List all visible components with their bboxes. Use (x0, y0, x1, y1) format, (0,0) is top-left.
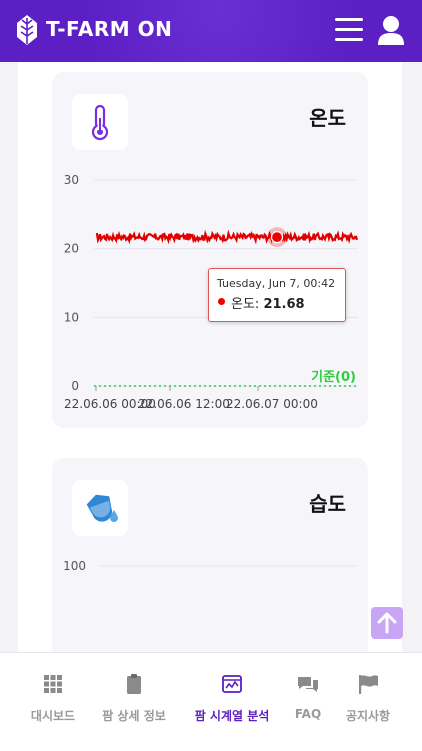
highlight-point (270, 231, 284, 244)
nav-label-dashboard: 대시보드 (30, 709, 76, 723)
humidity-card: 습도 10075 (52, 458, 368, 652)
nav-label-notice: 공지사항 (345, 709, 391, 723)
nav-item-notice[interactable]: 공지사항 (326, 673, 410, 724)
timeseries-chart-icon (222, 675, 242, 693)
main-content: 온도 30 20 10 0 22.06.06 00:00 22.06.06 12:00 22… (18, 62, 402, 652)
arrow-up-icon (377, 612, 397, 634)
y-tick-label: 20 (64, 242, 79, 256)
temperature-chart-svg[interactable]: 302010022.06.06 00:0022.06.06 12:0022.06… (52, 72, 368, 428)
y-tick-label: 10 (64, 310, 79, 324)
nav-item-dashboard[interactable]: 대시보드 (11, 673, 95, 724)
y-tick-label: 0 (71, 379, 79, 393)
humidity-chart-svg[interactable]: 10075 (52, 458, 368, 652)
x-tick-label: 22.06.06 12:00 (138, 397, 230, 411)
x-tick-label: 22.06.07 00:00 (226, 397, 318, 411)
hamburger-menu-icon[interactable] (335, 18, 363, 42)
nav-label-farm-detail: 팜 상세 정보 (102, 709, 166, 723)
temperature-card: 온도 30 20 10 0 22.06.06 00:00 22.06.06 12:00 22… (52, 72, 368, 428)
y-tick-label: 30 (64, 173, 79, 187)
tooltip-series-label: 온도: (231, 297, 260, 312)
clipboard-icon (127, 674, 141, 694)
leaf-logo-icon (17, 15, 37, 45)
nav-item-timeseries[interactable]: 팜 시계열 분석 (190, 673, 274, 724)
chart-tooltip: Tuesday, Jun 7, 00:42 온도: 21.68 (208, 268, 346, 322)
tooltip-value: 21.68 (263, 297, 305, 312)
user-profile-icon[interactable] (376, 14, 406, 46)
tooltip-date: Tuesday, Jun 7, 00:42 (217, 277, 336, 290)
app-title: T-FARM ON (46, 17, 173, 41)
bottom-navigation: 대시보드 팜 상세 정보 팜 시계열 분석 FAQ 공지사항 (0, 652, 422, 751)
flag-icon (359, 675, 378, 694)
y-tick-label: 100 (63, 559, 86, 573)
scroll-to-top-button[interactable] (371, 607, 403, 639)
app-header: T-FARM ON (0, 0, 422, 62)
threshold-label: 기준(0) (311, 370, 356, 385)
tooltip-value-row: 온도: 21.68 (231, 293, 305, 312)
chat-bubbles-icon (298, 677, 318, 692)
series-line (95, 229, 359, 245)
dashboard-grid-icon (44, 675, 62, 693)
nav-label-timeseries: 팜 시계열 분석 (194, 709, 270, 723)
nav-item-farm-detail[interactable]: 팜 상세 정보 (92, 673, 176, 724)
tooltip-series-dot (218, 298, 225, 305)
